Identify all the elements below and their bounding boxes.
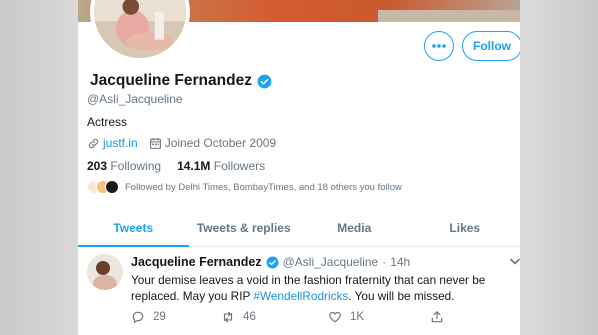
profile-joined-date: Joined October 2009 (164, 136, 277, 150)
tweet-separator: · (382, 255, 387, 269)
mini-avatar (105, 180, 119, 194)
profile-display-name: Jacqueline Fernandez (90, 72, 252, 89)
avatar-image (94, 0, 186, 58)
followers-count: 14.1M (177, 159, 211, 173)
followers-count-link[interactable]: 14.1M Followers (177, 159, 265, 173)
tweet-author-name[interactable]: Jacqueline Fernandez (131, 255, 262, 269)
share-button[interactable] (430, 310, 452, 324)
like-button[interactable]: 1K (328, 310, 430, 324)
tweet-text: Your demise leaves a void in the fashion… (131, 272, 511, 304)
tab-tweets[interactable]: Tweets (78, 213, 189, 247)
heart-icon (329, 311, 341, 323)
followers-label: Followers (213, 159, 266, 173)
tweet-author-handle: @Asli_Jacqueline (282, 255, 379, 269)
profile-website-link[interactable]: justf.in (103, 136, 138, 150)
tweet-avatar-image (87, 254, 123, 290)
more-options-button[interactable] (424, 31, 454, 61)
tweet-item[interactable]: Jacqueline Fernandez @Asli_Jacqueline · … (78, 248, 520, 335)
profile-handle: @Asli_Jacqueline (87, 92, 183, 106)
verified-badge-icon (266, 256, 279, 268)
profile-meta: justf.in Joined October 2009 (87, 136, 276, 150)
share-icon (431, 311, 443, 323)
profile-bio: Actress (87, 115, 128, 129)
more-dots-icon (432, 44, 446, 48)
following-count-link[interactable]: 203 Following (87, 159, 161, 173)
tweet-time[interactable]: 14h (390, 255, 410, 269)
retweet-count: 46 (243, 311, 256, 323)
tab-likes[interactable]: Likes (410, 213, 521, 246)
followed-by-text: Followed by Delhi Times, BombayTimes, an… (125, 181, 402, 193)
banner-shade (378, 10, 520, 22)
chevron-down-icon[interactable] (510, 258, 520, 265)
following-label: Following (110, 159, 162, 173)
profile-tabs: Tweets Tweets & replies Media Likes (78, 213, 520, 247)
profile-counts: 203 Following 14.1M Followers (87, 159, 265, 173)
tab-media[interactable]: Media (299, 213, 410, 246)
profile-avatar[interactable] (90, 0, 190, 62)
tweet-hashtag-link[interactable]: #WendellRodricks (253, 289, 348, 303)
verified-badge-icon (257, 74, 272, 88)
reply-count: 29 (153, 311, 166, 323)
tweet-header: Jacqueline Fernandez @Asli_Jacqueline · … (131, 255, 410, 269)
link-icon (88, 138, 99, 148)
retweet-button[interactable]: 46 (221, 310, 328, 324)
tweet-text-part2: . You will be missed. (348, 289, 455, 303)
profile-name-row: Jacqueline Fernandez (90, 72, 272, 90)
tweet-actions: 29 46 1K (131, 310, 452, 324)
tweet-avatar[interactable] (87, 254, 123, 290)
followed-by-row[interactable]: Followed by Delhi Times, BombayTimes, an… (87, 180, 402, 194)
background-left (0, 0, 78, 335)
profile-panel: Follow Jacqueline Fernandez @Asli_Jacque… (78, 0, 520, 335)
calendar-icon (149, 137, 161, 149)
retweet-icon (223, 311, 233, 323)
tab-tweets-replies[interactable]: Tweets & replies (189, 213, 300, 246)
follow-button[interactable]: Follow (462, 31, 520, 61)
reply-icon (132, 311, 144, 323)
like-count: 1K (350, 311, 365, 323)
reply-button[interactable]: 29 (131, 310, 221, 324)
following-count: 203 (87, 159, 108, 173)
background-right (520, 0, 598, 335)
followed-by-avatars (87, 180, 119, 194)
